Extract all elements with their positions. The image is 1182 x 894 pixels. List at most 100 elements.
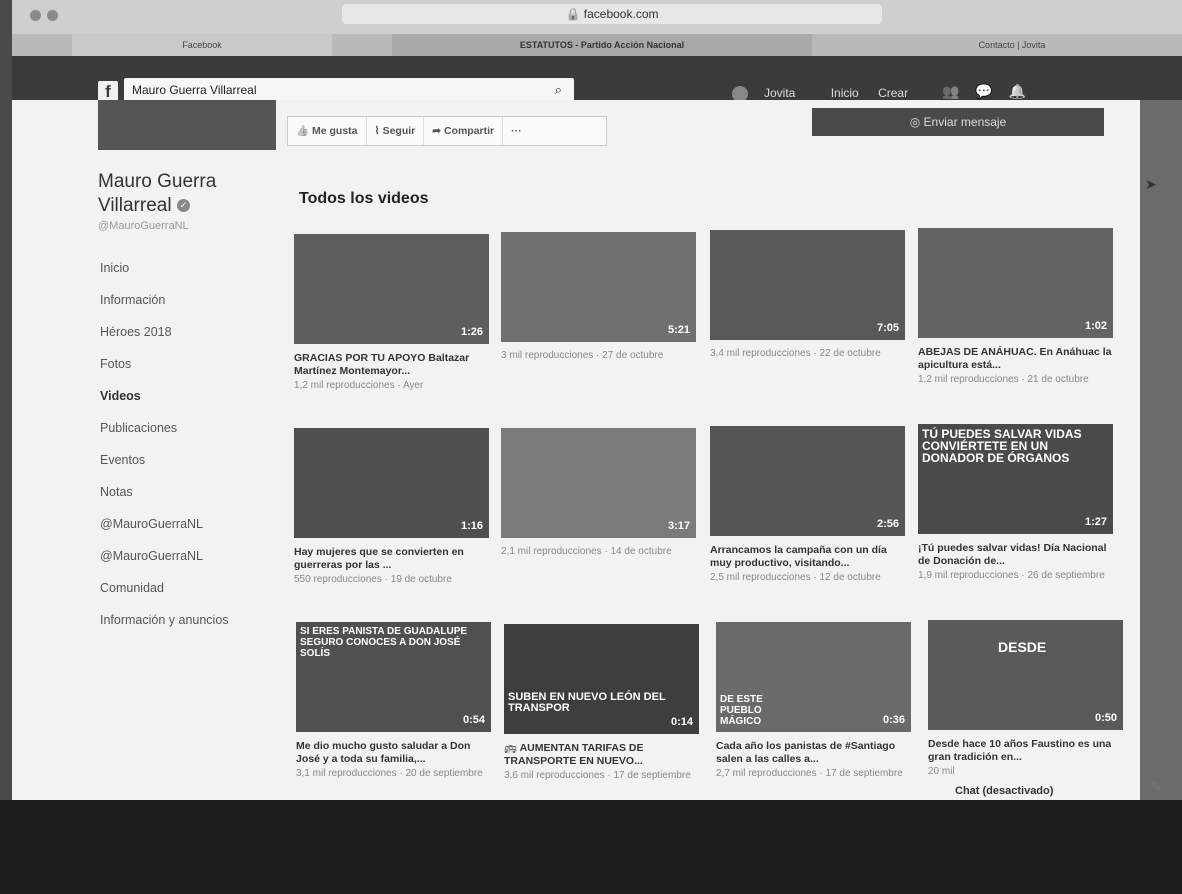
sidebar-item-eventos[interactable]: Eventos [100, 452, 229, 484]
messenger-icon[interactable]: 💬 [975, 83, 992, 99]
video-thumbnail[interactable]: 1:16 [294, 428, 489, 538]
sidebar-item-heroes[interactable]: Héroes 2018 [100, 324, 229, 356]
home-link[interactable]: Inicio [831, 86, 859, 100]
video-card[interactable]: 5:21 3 mil reproducciones · 27 de octubr… [501, 232, 696, 362]
video-meta: 3,4 mil reproducciones · 22 de octubre [710, 348, 881, 359]
page-sidebar-nav: Inicio Información Héroes 2018 Fotos Vid… [100, 260, 229, 644]
video-meta: 20 mil [928, 766, 955, 777]
video-card[interactable]: 1:16 Hay mujeres que se convierten en gu… [294, 428, 489, 586]
sidebar-item-publicaciones[interactable]: Publicaciones [100, 420, 229, 452]
video-card[interactable]: DE ESTE PUEBLO MÁGICO 0:36 Cada año los … [716, 622, 911, 780]
video-duration: 1:16 [460, 520, 483, 532]
video-thumbnail[interactable]: DE ESTE PUEBLO MÁGICO 0:36 [716, 622, 911, 732]
compose-icon[interactable]: ✎ [1150, 778, 1162, 795]
video-title[interactable]: ABEJAS DE ANÁHUAC. En Anáhuac la apicult… [918, 346, 1113, 372]
profile-photo[interactable] [98, 100, 276, 150]
create-link[interactable]: Crear [878, 86, 908, 100]
browser-toolbar: 🔒 facebook.com [12, 0, 1182, 34]
page-actions: 👍 Me gusta ⌇ Seguir ➦ Compartir ··· [287, 116, 607, 146]
sidebar-item-comunidad[interactable]: Comunidad [100, 580, 229, 612]
like-button[interactable]: 👍 Me gusta [288, 117, 367, 145]
video-thumbnail[interactable]: 2:56 [710, 426, 905, 536]
video-card[interactable]: SI ERES PANISTA DE GUADALUPE SEGURO CONO… [296, 622, 491, 780]
video-title[interactable]: Me dio mucho gusto saludar a Don José y … [296, 740, 491, 766]
desk-background [0, 800, 1182, 894]
video-title[interactable]: Arrancamos la campaña con un día muy pro… [710, 544, 905, 570]
video-meta: 2,1 mil reproducciones · 14 de octubre [501, 546, 672, 557]
thumbnail-caption: SI ERES PANISTA DE GUADALUPE SEGURO CONO… [300, 626, 468, 659]
video-duration: 3:17 [667, 520, 690, 532]
video-card[interactable]: 2:56 Arrancamos la campaña con un día mu… [710, 426, 905, 584]
sidebar-item-videos[interactable]: Videos [100, 388, 229, 420]
video-meta: 3 mil reproducciones · 27 de octubre [501, 350, 664, 361]
video-thumbnail[interactable]: 3:17 [501, 428, 696, 538]
video-title[interactable]: GRACIAS POR TU APOYO Baltazar Martínez M… [294, 352, 489, 378]
video-duration: 0:50 [1094, 712, 1117, 724]
facebook-logo-icon[interactable]: f [98, 81, 118, 101]
notifications-icon[interactable]: 🔔 [1009, 83, 1026, 99]
video-title[interactable]: Desde hace 10 años Faustino es una gran … [928, 738, 1123, 764]
video-card[interactable]: 3:17 2,1 mil reproducciones · 14 de octu… [501, 428, 696, 558]
video-card[interactable]: TÚ PUEDES SALVAR VIDAS CONVIÉRTETE EN UN… [918, 424, 1113, 582]
sidebar-item-handle-2[interactable]: @MauroGuerraNL [100, 548, 229, 580]
rss-icon: ⌇ [374, 125, 383, 137]
sidebar-item-informacion[interactable]: Información [100, 292, 229, 324]
video-thumbnail[interactable]: 7:05 [710, 230, 905, 340]
address-bar[interactable]: 🔒 facebook.com [342, 4, 882, 24]
video-thumbnail[interactable]: SI ERES PANISTA DE GUADALUPE SEGURO CONO… [296, 622, 491, 732]
page-handle[interactable]: @MauroGuerraNL [98, 220, 278, 232]
header-icons: 👥 💬 🔔 [942, 83, 1038, 100]
tab-contacto[interactable]: Contacto | Jovita [852, 34, 1172, 56]
video-duration: 5:21 [667, 324, 690, 336]
messenger-icon: ◎ [909, 115, 924, 129]
video-meta: 3,6 mil reproducciones · 17 de septiembr… [504, 770, 691, 781]
video-duration: 0:36 [882, 714, 905, 726]
sidebar-item-fotos[interactable]: Fotos [100, 356, 229, 388]
video-card[interactable]: 1:02 ABEJAS DE ANÁHUAC. En Anáhuac la ap… [918, 228, 1113, 386]
window-controls[interactable] [30, 8, 64, 26]
video-title[interactable]: 🚌 AUMENTAN TARIFAS DE TRANSPORTE EN NUEV… [504, 742, 699, 768]
video-card[interactable]: 7:05 3,4 mil reproducciones · 22 de octu… [710, 230, 905, 360]
follow-button[interactable]: ⌇ Seguir [367, 117, 425, 145]
video-card[interactable]: DESDE 0:50 Desde hace 10 años Faustino e… [928, 620, 1123, 778]
video-thumbnail[interactable]: SUBEN EN NUEVO LEÓN DEL TRANSPOR 0:14 [504, 624, 699, 734]
sidebar-item-notas[interactable]: Notas [100, 484, 229, 516]
share-button[interactable]: ➦ Compartir [424, 117, 504, 145]
sidebar-item-inicio[interactable]: Inicio [100, 260, 229, 292]
video-card[interactable]: SUBEN EN NUEVO LEÓN DEL TRANSPOR 0:14 🚌 … [504, 624, 699, 782]
video-thumbnail[interactable]: DESDE 0:50 [928, 620, 1123, 730]
page-title[interactable]: Mauro Guerra Villarreal ✓ [98, 170, 278, 218]
video-thumbnail[interactable]: 1:02 [918, 228, 1113, 338]
sidebar-item-handle-1[interactable]: @MauroGuerraNL [100, 516, 229, 548]
send-message-button[interactable]: ◎ Enviar mensaje [812, 108, 1104, 136]
video-title[interactable]: ¡Tú puedes salvar vidas! Día Nacional de… [918, 542, 1113, 568]
friends-icon[interactable]: 👥 [942, 83, 959, 99]
video-thumbnail[interactable]: 1:26 [294, 234, 489, 344]
profile-name-block: Mauro Guerra Villarreal ✓ @MauroGuerraNL [98, 170, 278, 232]
search-icon[interactable]: ⌕ [555, 82, 562, 98]
lock-icon: 🔒 [565, 7, 584, 21]
video-meta: 3,1 mil reproducciones · 20 de septiembr… [296, 768, 483, 779]
thumbnail-caption: SUBEN EN NUEVO LEÓN DEL TRANSPOR [508, 691, 666, 714]
sidebar-item-info-anuncios[interactable]: Información y anuncios [100, 612, 229, 644]
more-button[interactable]: ··· [503, 117, 530, 145]
video-meta: 2,7 mil reproducciones · 17 de septiembr… [716, 768, 903, 779]
video-duration: 1:02 [1084, 320, 1107, 332]
search-input[interactable] [124, 78, 524, 102]
profile-link[interactable]: Jovita [732, 86, 811, 102]
video-title[interactable]: Hay mujeres que se convierten en guerrer… [294, 546, 489, 572]
video-title[interactable]: Cada año los panistas de #Santiago salen… [716, 740, 911, 766]
chat-status[interactable]: Chat (desactivado) [955, 782, 1095, 800]
video-meta: 1,2 mil reproducciones · 21 de octubre [918, 374, 1089, 385]
thumbs-up-icon: 👍 [296, 125, 312, 137]
facebook-header: f ⌕ Jovita Inicio Crear 👥 💬 🔔 [12, 56, 1182, 102]
video-duration: 1:27 [1084, 516, 1107, 528]
tab-facebook[interactable]: Facebook [72, 34, 332, 56]
tab-estatutos[interactable]: ESTATUTOS - Partido Acción Nacional [392, 34, 812, 56]
video-thumbnail[interactable]: TÚ PUEDES SALVAR VIDAS CONVIÉRTETE EN UN… [918, 424, 1113, 534]
share-icon: ➦ [432, 125, 444, 137]
video-thumbnail[interactable]: 5:21 [501, 232, 696, 342]
url-text: facebook.com [583, 7, 659, 21]
video-card[interactable]: 1:26 GRACIAS POR TU APOYO Baltazar Martí… [294, 234, 489, 392]
video-duration: 0:14 [670, 716, 693, 728]
